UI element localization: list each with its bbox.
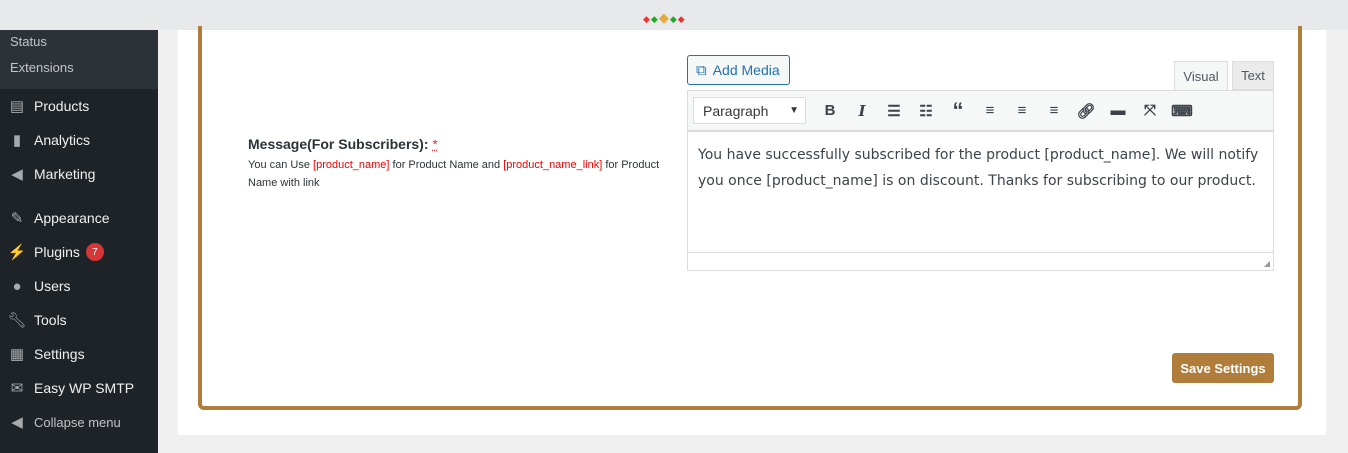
settings-card: Message(For Subscribers): * You can Use … xyxy=(178,26,1326,435)
save-settings-button[interactable]: Save Settings xyxy=(1172,353,1274,383)
megaphone-icon: ◀ xyxy=(11,166,23,183)
bold-icon[interactable]: B xyxy=(814,102,846,119)
required-marker: * xyxy=(432,136,438,152)
sidebar-item-label: Products xyxy=(34,98,90,114)
sidebar-item-tools[interactable]: 🔧︎ Tools xyxy=(0,303,158,337)
user-icon: ● xyxy=(12,277,22,295)
blockquote-icon[interactable]: “ xyxy=(942,99,974,121)
format-select[interactable]: Paragraph ▼ xyxy=(693,97,806,124)
sidebar-item-analytics[interactable]: ▮ Analytics xyxy=(0,123,158,157)
italic-icon[interactable]: I xyxy=(846,102,878,120)
sidebar-item-settings[interactable]: ▦ Settings xyxy=(0,337,158,371)
numbered-list-icon[interactable]: ☷ xyxy=(910,102,942,120)
field-help: You can Use [product_name] for Product N… xyxy=(248,159,660,189)
sidebar-item-label: Collapse menu xyxy=(34,414,121,430)
collapse-icon: ◀ xyxy=(11,414,23,431)
sidebar-item-marketing[interactable]: ◀ Marketing xyxy=(0,157,158,191)
collapse-menu-button[interactable]: ◀ Collapse menu xyxy=(0,405,158,439)
tab-visual[interactable]: Visual xyxy=(1174,61,1228,90)
submenu-item-extensions[interactable]: Extensions xyxy=(0,60,158,88)
resize-handle-icon[interactable]: ◢ xyxy=(1264,259,1270,268)
update-count-badge: 7 xyxy=(85,243,104,261)
decorative-dots-icon: ◆◆◆◆◆ xyxy=(643,10,686,25)
plug-icon: ⚡ xyxy=(7,244,27,261)
admin-sidebar: Status Extensions ▤ Products ▮ Analytics ◀… xyxy=(0,30,158,453)
paintbrush-icon: ✎ xyxy=(10,210,24,227)
sidebar-item-easy-wp-smtp[interactable]: ✉ Easy WP SMTP xyxy=(0,371,158,405)
align-right-icon[interactable]: ≡ xyxy=(1038,102,1070,119)
fullscreen-icon[interactable]: ⤧ xyxy=(1134,102,1166,119)
sidebar-item-label: Users xyxy=(34,278,71,294)
wrench-icon: 🔧︎ xyxy=(7,312,27,329)
link-icon[interactable]: 🔗︎ xyxy=(1070,102,1102,120)
chevron-down-icon: ▼ xyxy=(789,105,799,116)
editor-statusbar: ◢ xyxy=(688,252,1273,270)
submenu: Status Extensions xyxy=(0,30,158,89)
bullet-list-icon[interactable]: ☰ xyxy=(878,102,910,120)
sidebar-item-label: Plugins xyxy=(34,244,80,260)
archive-icon: ▤ xyxy=(9,98,25,115)
sidebar-item-plugins[interactable]: ⚡ Plugins 7 xyxy=(0,235,158,269)
sidebar-item-label: Tools xyxy=(34,312,67,328)
align-center-icon[interactable]: ≡ xyxy=(1006,102,1038,119)
settings-icon: ▦ xyxy=(9,346,25,363)
align-left-icon[interactable]: ≡ xyxy=(974,102,1006,119)
mail-icon: ✉ xyxy=(10,380,24,397)
toolbar-toggle-icon[interactable]: ⌨ xyxy=(1166,102,1198,120)
sidebar-item-users[interactable]: ● Users xyxy=(0,269,158,303)
sidebar-item-label: Settings xyxy=(34,346,85,362)
bar-chart-icon: ▮ xyxy=(12,132,22,149)
sidebar-item-label: Appearance xyxy=(34,210,110,226)
field-label: Message(For Subscribers): * xyxy=(248,136,438,152)
tab-text[interactable]: Text xyxy=(1232,61,1274,90)
message-editor: Paragraph ▼ B I ☰ ☷ “ ≡ ≡ ≡ 🔗︎ ▬ ⤧ ⌨ You … xyxy=(687,90,1274,271)
editor-toolbar: Paragraph ▼ B I ☰ ☷ “ ≡ ≡ ≡ 🔗︎ ▬ ⤧ ⌨ xyxy=(688,91,1273,132)
media-icon: ⧉ xyxy=(696,61,707,79)
sidebar-item-products[interactable]: ▤ Products xyxy=(0,89,158,123)
sidebar-item-label: Easy WP SMTP xyxy=(34,380,135,396)
sidebar-item-label: Analytics xyxy=(34,132,91,148)
editor-content[interactable]: You have successfully subscribed for the… xyxy=(688,132,1273,252)
add-media-button[interactable]: ⧉ Add Media xyxy=(687,55,790,85)
read-more-icon[interactable]: ▬ xyxy=(1102,102,1134,119)
sidebar-item-label: Marketing xyxy=(34,166,96,182)
submenu-item-status[interactable]: Status xyxy=(0,32,158,60)
sidebar-item-appearance[interactable]: ✎ Appearance xyxy=(0,201,158,235)
